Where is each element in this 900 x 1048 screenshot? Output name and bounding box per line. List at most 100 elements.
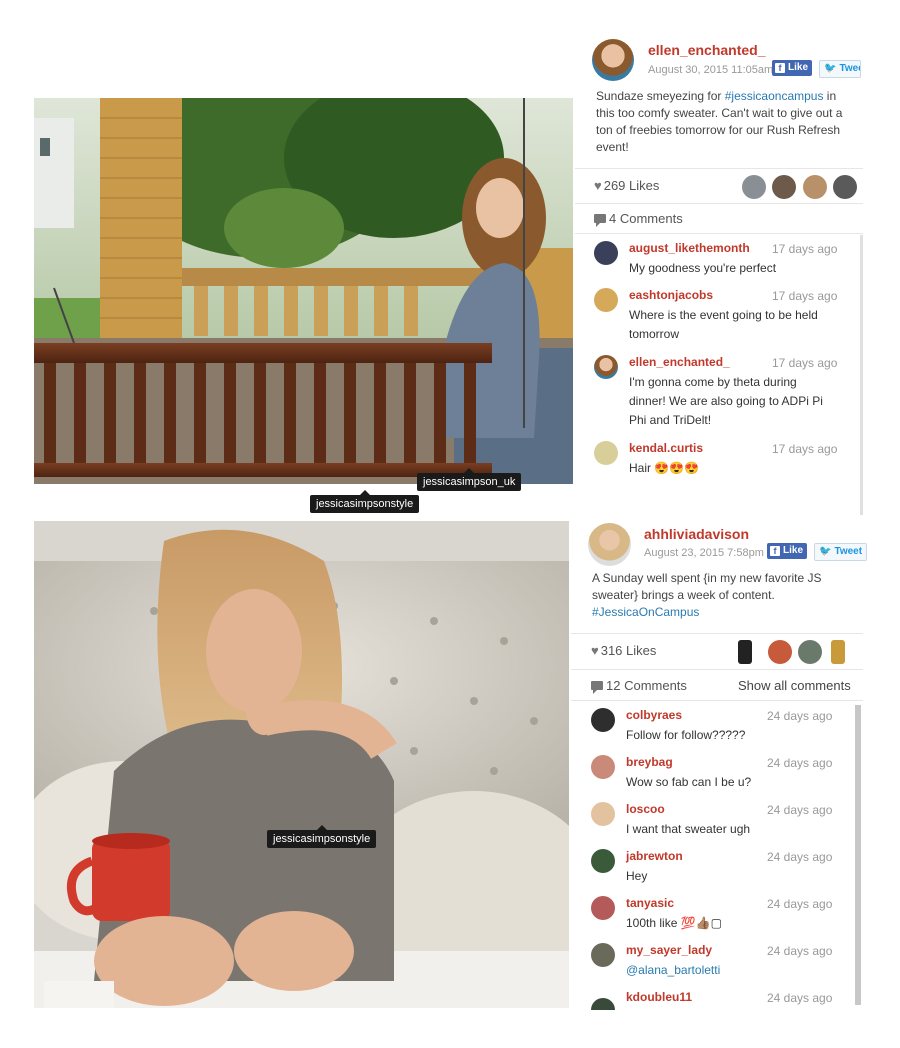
commenter-avatar[interactable] [591,896,615,920]
commenter-avatar[interactable] [591,802,615,826]
comment-text: My goodness you're perfect [629,261,777,275]
commenter-avatar[interactable] [591,849,615,873]
post-username[interactable]: ellen_enchanted_ [648,42,766,58]
commenter-avatar[interactable] [594,288,618,312]
caption-text: Sundaze smeyezing for [596,89,725,103]
post-caption: A Sunday well spent {in my new favorite … [592,570,842,621]
liker-avatar[interactable] [803,175,827,199]
comments-count: 12 Comments [606,678,687,693]
tweet-button[interactable]: 🐦 Tweet [814,543,868,561]
comment-username[interactable]: kdoubleu11 [626,990,692,1004]
comment-icon [594,214,606,227]
post-2-photo[interactable] [34,521,569,1008]
heart-icon: ♥ [594,178,602,193]
comment-item: ellen_enchanted_ 17 days ago I'm gonna c… [594,355,844,435]
comment-username[interactable]: jabrewton [626,849,683,863]
comment-time: 17 days ago [772,289,838,303]
comment-item: my_sayer_lady 24 days ago @alana_bartole… [591,943,841,985]
commenter-avatar[interactable] [594,441,618,465]
comment-time: 24 days ago [767,756,833,770]
post-1-photo[interactable] [34,98,573,484]
likes-count-group[interactable]: ♥ 269 Likes [594,178,659,193]
comment-username[interactable]: eashtonjacobs [629,288,713,302]
post-username[interactable]: ahhliviadavison [644,526,749,542]
comments-count-group[interactable]: 12 Comments [591,678,687,694]
divider [571,700,863,701]
comment-time: 24 days ago [767,850,833,864]
avatar[interactable] [592,39,634,81]
comment-username[interactable]: my_sayer_lady [626,943,712,957]
scrollbar[interactable] [860,235,863,515]
facebook-icon: f [770,546,780,556]
commenter-avatar[interactable] [594,241,618,265]
show-all-comments-link[interactable]: Show all comments [738,678,851,693]
twitter-icon: 🐦 [824,63,837,74]
comment-text: Follow for follow????? [626,728,746,742]
comment-username[interactable]: breybag [626,755,673,769]
facebook-like-button[interactable]: f Like [772,60,813,76]
comment-text: 100th like 💯👍🏽▢ [626,916,722,930]
post-date: August 30, 2015 11:05am [648,64,772,76]
comment-time: 24 days ago [767,803,833,817]
post-1-panel: ellen_enchanted_ August 30, 2015 11:05am… [575,30,863,515]
comment-text: I'm gonna come by theta during dinner! W… [629,375,823,427]
bed-sweater-photo [34,521,569,1008]
facebook-like-button[interactable]: f Like [767,543,808,559]
comment-time: 17 days ago [772,242,838,256]
comments-row: 4 Comments [575,203,863,234]
facebook-like-label: Like [783,545,804,556]
comment-username[interactable]: loscoo [626,802,665,816]
likes-row: ♥ 269 Likes [575,168,863,204]
avatar[interactable] [588,523,631,566]
liker-avatar[interactable] [768,640,792,664]
comment-item: jabrewton 24 days ago Hey [591,849,841,891]
comment-username[interactable]: tanyasic [626,896,674,910]
photo-tag[interactable]: jessicasimpsonstyle [310,490,420,513]
tweet-label: Tweet [839,63,860,74]
comments-count-group[interactable]: 4 Comments [594,211,683,227]
comments-count: 4 Comments [609,211,683,226]
scrollbar[interactable] [855,705,861,1005]
facebook-like-label: Like [788,62,809,73]
divider [575,233,863,234]
liker-avatar[interactable] [798,640,822,664]
comment-username[interactable]: ellen_enchanted_ [629,355,730,369]
comment-text: @alana_bartoletti [626,961,720,980]
commenter-avatar[interactable] [594,355,618,379]
commenter-avatar[interactable] [591,943,615,967]
caption-hashtag[interactable]: #jessicaoncampus [725,89,824,103]
liker-avatar[interactable] [742,175,766,199]
likes-count: 316 Likes [600,643,657,658]
liker-avatar[interactable] [772,175,796,199]
comment-text: Hair 😍😍😍 [629,461,700,475]
comment-item: eashtonjacobs 17 days ago Where is the e… [594,288,844,348]
comment-mention[interactable]: @alana_bartoletti [626,963,720,977]
liker-avatar[interactable] [738,640,752,664]
comments-row: 12 Comments Show all comments [571,669,863,701]
twitter-icon: 🐦 [819,546,832,557]
caption-hashtag[interactable]: #JessicaOnCampus [592,605,699,619]
comment-item: august_likethemonth 17 days ago My goodn… [594,241,844,281]
likes-row: ♥ 316 Likes [571,633,863,670]
comment-item: loscoo 24 days ago I want that sweater u… [591,802,841,844]
facebook-icon: f [775,63,785,73]
comment-item: kdoubleu11 24 days ago [591,990,841,1010]
commenter-avatar[interactable] [591,998,615,1010]
comment-username[interactable]: colbyraes [626,708,682,722]
porch-swing-photo [34,98,573,484]
tweet-label: Tweet [834,546,863,557]
comment-username[interactable]: august_likethemonth [629,241,750,255]
comment-username[interactable]: kendal.curtis [629,441,703,455]
commenter-avatar[interactable] [591,708,615,732]
liker-avatar[interactable] [833,175,857,199]
post-date: August 23, 2015 7:58pm [644,547,764,559]
liker-avatar[interactable] [831,640,845,664]
comment-time: 24 days ago [767,897,833,911]
heart-icon: ♥ [591,643,599,658]
likes-count-group[interactable]: ♥ 316 Likes [591,643,656,658]
photo-tag[interactable]: jessicasimpsonstyle [267,825,377,848]
tweet-button[interactable]: 🐦 Tweet [819,60,861,78]
photo-tag[interactable]: jessicasimpson_uk [417,468,522,491]
commenter-avatar[interactable] [591,755,615,779]
comment-time: 24 days ago [767,944,833,958]
